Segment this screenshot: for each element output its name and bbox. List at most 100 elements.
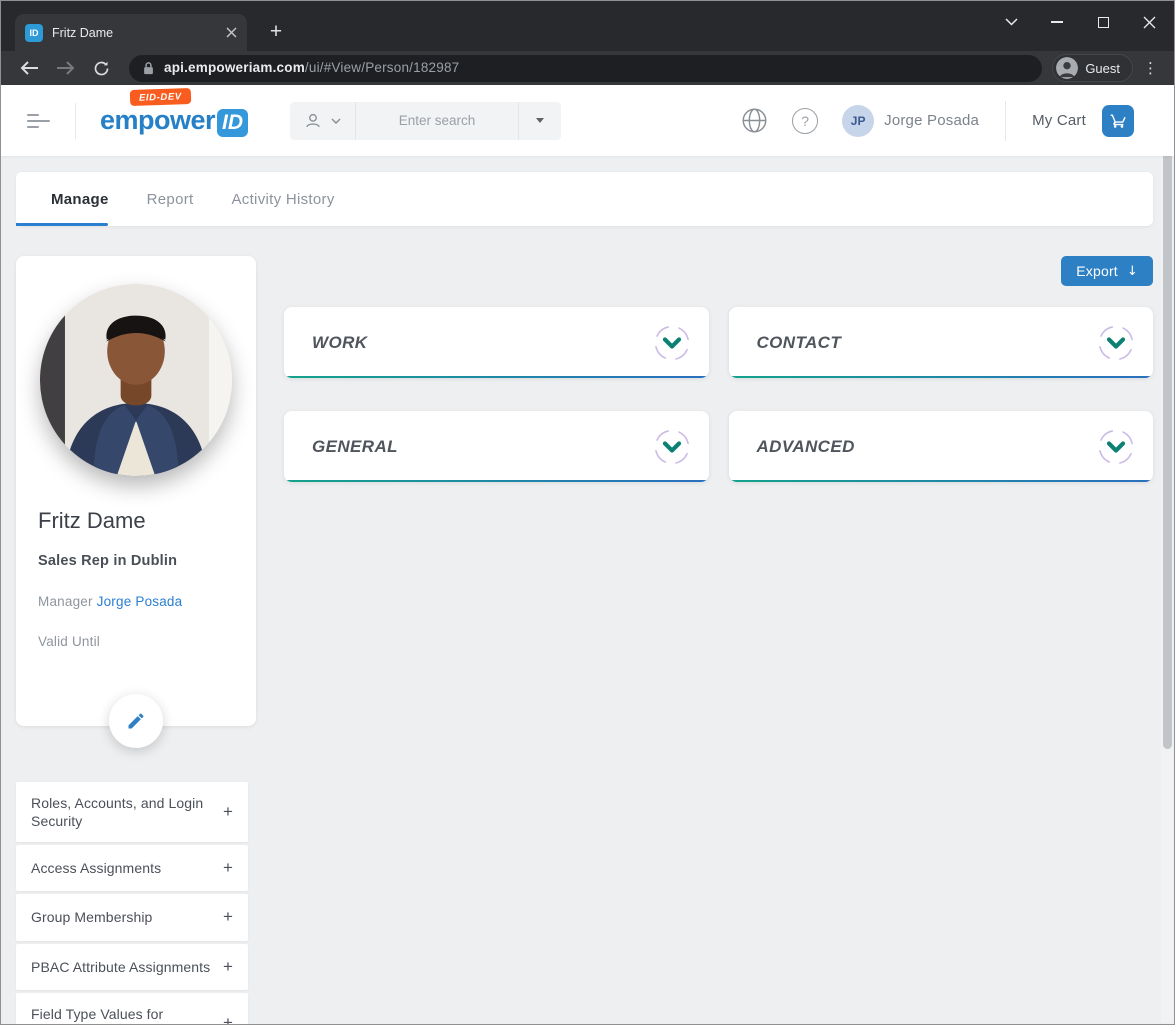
export-label: Export bbox=[1076, 263, 1118, 279]
browser-tab-title: Fritz Dame bbox=[52, 25, 114, 40]
user-name: Jorge Posada bbox=[884, 112, 980, 129]
sidebar-item-label: Roles, Accounts, and Login Security bbox=[31, 795, 204, 830]
sidebar-item-group-membership[interactable]: Group Membership + bbox=[16, 894, 248, 941]
profile-card: Fritz Dame Sales Rep in Dublin Manager J… bbox=[16, 256, 256, 748]
search-input[interactable] bbox=[356, 101, 519, 140]
panel-chevron-icon[interactable] bbox=[1093, 424, 1139, 470]
maximize-icon[interactable] bbox=[1080, 1, 1126, 43]
header-actions: ? JP Jorge Posada My Cart bbox=[741, 100, 1148, 141]
person-icon bbox=[306, 113, 320, 127]
brand-id-chip: ID bbox=[217, 108, 249, 137]
search-scope-dropdown[interactable] bbox=[518, 101, 561, 140]
address-bar[interactable]: api.empoweriam.com/ui/#View/Person/18298… bbox=[129, 54, 1043, 82]
expand-icon[interactable]: + bbox=[223, 1012, 233, 1024]
sidebar-item-label: Access Assignments bbox=[31, 860, 162, 877]
sidebar-accordions: Roles, Accounts, and Login Security + Ac… bbox=[16, 782, 248, 1024]
panel-advanced[interactable]: ADVANCED bbox=[728, 411, 1153, 482]
user-avatar: JP bbox=[842, 104, 875, 137]
export-button[interactable]: Export ↓ bbox=[1061, 256, 1153, 286]
app-page: EID-DEV empower ID Enter search ? JP Jor… bbox=[1, 85, 1174, 1024]
manager-link[interactable]: Jorge Posada bbox=[97, 594, 183, 609]
cart-button[interactable] bbox=[1102, 104, 1134, 137]
panel-chevron-icon[interactable] bbox=[1093, 320, 1139, 366]
browser-menu-icon[interactable]: ⋮ bbox=[1143, 59, 1158, 77]
valid-until-label: Valid Until bbox=[38, 634, 100, 649]
nav-tabs: Manage Report Activity History bbox=[16, 172, 1153, 226]
panel-general[interactable]: GENERAL bbox=[284, 411, 709, 482]
global-search bbox=[290, 101, 562, 140]
sidebar-item-pbac-attribute-assignments[interactable]: PBAC Attribute Assignments + bbox=[16, 943, 248, 990]
manager-label: Manager bbox=[38, 594, 93, 609]
header-divider bbox=[1005, 100, 1007, 141]
scrollbar-thumb[interactable] bbox=[1162, 117, 1172, 749]
profile-name: Fritz Dame bbox=[38, 508, 146, 533]
page-scrollbar bbox=[1161, 85, 1173, 1023]
left-column: Fritz Dame Sales Rep in Dublin Manager J… bbox=[16, 256, 256, 1024]
lock-icon bbox=[144, 62, 153, 75]
panel-chevron-icon[interactable] bbox=[649, 424, 695, 470]
active-tab-indicator bbox=[16, 223, 108, 226]
panel-chevron-icon[interactable] bbox=[649, 320, 695, 366]
browser-window: ID Fritz Dame + api.empoweriam.com/ui/#V… bbox=[0, 0, 1175, 1025]
page-content: Manage Report Activity History Fritz Dam… bbox=[1, 156, 1174, 1024]
sidebar-item-roles-accounts-login-security[interactable]: Roles, Accounts, and Login Security + bbox=[16, 782, 248, 843]
cart-icon bbox=[1110, 114, 1126, 128]
tab-manage[interactable]: Manage bbox=[32, 172, 128, 226]
reload-icon[interactable] bbox=[87, 54, 115, 82]
panel-label: ADVANCED bbox=[756, 436, 855, 456]
profile-photo bbox=[40, 284, 232, 476]
panel-label: GENERAL bbox=[312, 436, 398, 456]
env-badge: EID-DEV bbox=[129, 87, 191, 106]
profile-job-title: Sales Rep in Dublin bbox=[38, 553, 178, 569]
app-header: EID-DEV empower ID Enter search ? JP Jor… bbox=[1, 85, 1174, 156]
panel-label: WORK bbox=[312, 332, 368, 352]
tab-close-icon[interactable] bbox=[226, 27, 237, 38]
minimize-icon[interactable] bbox=[1034, 1, 1080, 43]
back-icon[interactable] bbox=[15, 54, 43, 82]
browser-tab[interactable]: ID Fritz Dame bbox=[15, 14, 247, 51]
edit-profile-button[interactable] bbox=[109, 694, 163, 748]
globe-icon[interactable] bbox=[741, 107, 768, 134]
forward-icon[interactable] bbox=[51, 54, 79, 82]
new-tab-button[interactable]: + bbox=[263, 19, 289, 45]
expand-icon[interactable]: + bbox=[223, 906, 233, 928]
right-column: Export ↓ WORK CONTACT GENERAL ADVANCED bbox=[284, 256, 1153, 1024]
brand-text: empower bbox=[100, 104, 216, 135]
sidebar-item-label: Group Membership bbox=[31, 909, 153, 926]
panel-label: CONTACT bbox=[756, 332, 842, 352]
guest-avatar-icon bbox=[1056, 57, 1079, 79]
window-controls bbox=[988, 1, 1172, 43]
tab-activity-history[interactable]: Activity History bbox=[212, 172, 353, 226]
panel-work[interactable]: WORK bbox=[284, 307, 709, 378]
sidebar-item-access-assignments[interactable]: Access Assignments + bbox=[16, 845, 248, 892]
expand-icon[interactable]: + bbox=[223, 857, 233, 879]
search-type-selector[interactable] bbox=[290, 101, 357, 140]
tab-search-chevron-icon[interactable] bbox=[988, 1, 1034, 43]
dropdown-caret-icon bbox=[536, 118, 545, 123]
attribute-panels: WORK CONTACT GENERAL ADVANCED bbox=[284, 307, 1153, 482]
sidebar-item-label: PBAC Attribute Assignments bbox=[31, 958, 211, 975]
profile-manager-row: Manager Jorge Posada bbox=[38, 594, 234, 609]
url-host: api.empoweriam.com bbox=[164, 60, 305, 75]
sidebar-item-field-type-values[interactable]: Field Type Values for Assignee + bbox=[16, 992, 248, 1024]
download-arrow-icon: ↓ bbox=[1126, 263, 1138, 279]
url-path: /ui/#View/Person/182987 bbox=[304, 60, 460, 75]
current-user-chip[interactable]: JP Jorge Posada bbox=[842, 104, 980, 137]
header-divider bbox=[75, 102, 76, 139]
help-icon[interactable]: ? bbox=[792, 107, 819, 134]
tab-report[interactable]: Report bbox=[128, 172, 213, 226]
guest-label: Guest bbox=[1085, 60, 1120, 76]
expand-icon[interactable]: + bbox=[223, 956, 233, 978]
my-cart-label: My Cart bbox=[1032, 112, 1086, 129]
sidebar-item-label: Field Type Values for Assignee bbox=[31, 1005, 164, 1024]
expand-icon[interactable]: + bbox=[223, 801, 233, 823]
favicon-icon: ID bbox=[25, 23, 43, 42]
close-icon[interactable] bbox=[1126, 1, 1172, 43]
hamburger-menu-icon[interactable] bbox=[27, 113, 51, 128]
pencil-icon bbox=[128, 713, 144, 729]
chevron-down-icon bbox=[331, 117, 341, 124]
empowerid-logo[interactable]: EID-DEV empower ID bbox=[100, 87, 249, 137]
panel-contact[interactable]: CONTACT bbox=[728, 307, 1153, 378]
browser-profile-button[interactable]: Guest bbox=[1052, 54, 1133, 82]
browser-toolbar: api.empoweriam.com/ui/#View/Person/18298… bbox=[1, 51, 1174, 85]
